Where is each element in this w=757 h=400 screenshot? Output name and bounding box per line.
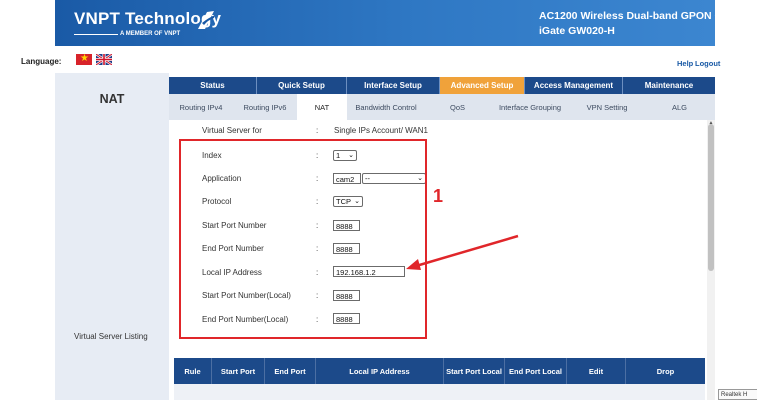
virtual-server-for-value: Single IPs Account/ WAN1	[334, 126, 428, 135]
vnpt-logo-icon	[198, 11, 215, 29]
left-sidebar	[55, 73, 169, 400]
col-local-ip: Local IP Address	[316, 358, 444, 384]
vietnam-flag-icon[interactable]: ★	[76, 53, 92, 65]
tab-status[interactable]: Status	[169, 77, 257, 94]
scroll-up-arrow-icon[interactable]: ▲	[707, 120, 715, 126]
tab-interface-setup[interactable]: Interface Setup	[347, 77, 440, 94]
table-row	[174, 384, 705, 400]
language-label: Language:	[21, 57, 62, 66]
colon: :	[316, 126, 319, 135]
highlight-box	[179, 139, 427, 339]
col-start-port: Start Port	[212, 358, 265, 384]
brand-divider	[74, 34, 118, 35]
virtual-server-for-label: Virtual Server for	[202, 126, 262, 135]
scrollbar-thumb[interactable]	[708, 124, 714, 271]
col-edit: Edit	[567, 358, 626, 384]
col-start-port-local: Start Port Local	[444, 358, 505, 384]
red-arrow-icon	[406, 234, 519, 270]
main-nav: Status Quick Setup Interface Setup Advan…	[169, 77, 715, 94]
virtual-server-listing-label: Virtual Server Listing	[74, 332, 148, 341]
subtab-interface-grouping[interactable]: Interface Grouping	[490, 94, 570, 120]
subtab-alg[interactable]: ALG	[644, 94, 715, 120]
col-end-port-local: End Port Local	[505, 358, 567, 384]
tab-advanced-setup[interactable]: Advanced Setup	[440, 77, 525, 94]
subtab-qos[interactable]: QoS	[425, 94, 490, 120]
subtab-nat[interactable]: NAT	[297, 94, 347, 120]
help-link[interactable]: Help	[677, 59, 693, 68]
col-drop: Drop	[656, 366, 675, 376]
page-title: NAT	[99, 92, 125, 106]
sub-nav: Routing IPv4 Routing IPv6 NAT Bandwidth …	[169, 94, 715, 120]
subtab-bandwidth-control[interactable]: Bandwidth Control	[347, 94, 425, 120]
subtab-vpn-setting[interactable]: VPN Setting	[570, 94, 644, 120]
tab-quick-setup[interactable]: Quick Setup	[257, 77, 347, 94]
subtab-routing-ipv6[interactable]: Routing IPv6	[233, 94, 297, 120]
tab-access-management[interactable]: Access Management	[525, 77, 623, 94]
virtual-server-table-header: Rule Start Port End Port Local IP Addres…	[174, 358, 705, 384]
col-end-port: End Port	[265, 358, 316, 384]
annotation-number: 1	[433, 186, 444, 206]
device-model-line1: AC1200 Wireless Dual-band GPON ONT	[539, 10, 737, 22]
logout-link[interactable]: Logout	[695, 59, 720, 68]
brand-subtitle: A MEMBER OF VNPT	[120, 31, 181, 37]
uk-flag-icon[interactable]	[96, 54, 112, 65]
device-model-line2: iGate GW020-H	[539, 25, 615, 37]
flag-star: ★	[80, 53, 89, 64]
tooltip: Realtek H	[718, 389, 757, 400]
subtab-routing-ipv4[interactable]: Routing IPv4	[169, 94, 233, 120]
tab-maintenance[interactable]: Maintenance	[623, 77, 715, 94]
col-rule: Rule	[174, 358, 212, 384]
